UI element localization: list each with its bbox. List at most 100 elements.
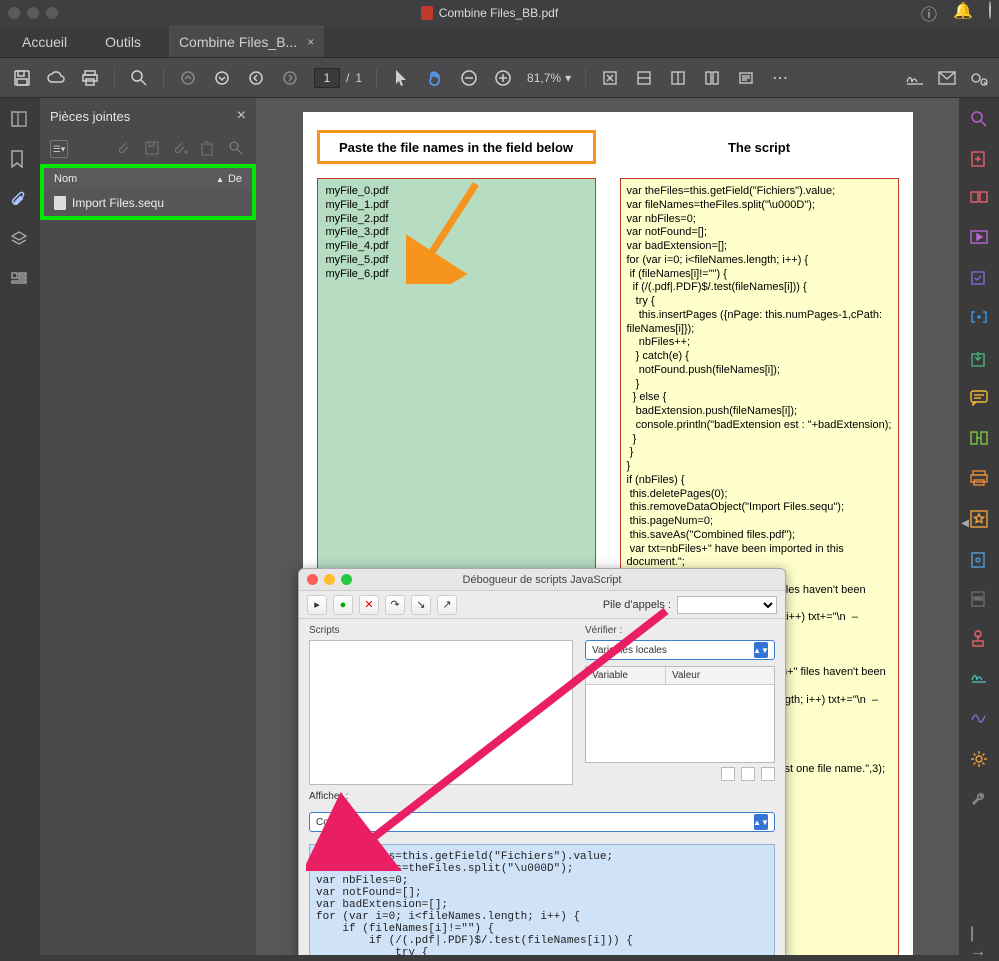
page-down-icon[interactable]	[212, 68, 232, 88]
search-pane-icon[interactable]	[970, 110, 988, 128]
page-number-input[interactable]	[314, 68, 340, 88]
collapse-chevron-icon[interactable]: ◀	[961, 518, 969, 529]
attachment-name: Import Files.sequ	[72, 196, 164, 210]
variables-table[interactable]: Variable Valeur	[585, 666, 775, 763]
view-mode-icon[interactable]	[702, 68, 722, 88]
print-prod-icon[interactable]	[970, 470, 988, 488]
console-code[interactable]: var theFiles=this.getField("Fichiers").v…	[309, 844, 775, 955]
tab-home[interactable]: Accueil	[12, 27, 77, 57]
tab-tools[interactable]: Outils	[95, 27, 151, 57]
panel-menu-icon[interactable]: ☰▾	[50, 140, 68, 158]
sign-tool-icon[interactable]	[970, 670, 988, 688]
attachments-header[interactable]: Nom ▲ De	[44, 168, 252, 190]
copy-var-icon[interactable]	[741, 767, 755, 781]
document-area[interactable]: Paste the file names in the field below …	[256, 98, 959, 955]
read-mode-icon[interactable]	[736, 68, 756, 88]
step-out-icon[interactable]: ↗	[437, 595, 457, 615]
close-tab-icon[interactable]: ×	[307, 35, 314, 49]
organize-icon[interactable]	[970, 430, 988, 448]
debugger-toolbar: ▸ ● ✕ ↷ ↘ ↗ Pile d'appels :	[299, 591, 785, 619]
run-icon[interactable]: ●	[333, 595, 353, 615]
view-select[interactable]: Console ▲▼	[309, 812, 775, 832]
stop-icon[interactable]: ✕	[359, 595, 379, 615]
file-icon	[54, 196, 66, 210]
hand-tool-icon[interactable]	[425, 68, 445, 88]
debugger-minimize-icon[interactable]	[324, 574, 335, 585]
star-icon[interactable]	[970, 510, 988, 528]
mail-icon[interactable]	[937, 68, 957, 88]
zoom-in-icon[interactable]	[493, 68, 513, 88]
close-window-icon[interactable]	[8, 7, 20, 19]
more-icon[interactable]: ⋯	[770, 68, 790, 88]
window-controls	[8, 7, 58, 19]
nav-forward-icon[interactable]	[280, 68, 300, 88]
settings-icon[interactable]	[970, 750, 988, 768]
zoom-level[interactable]: 81,7% ▾	[527, 71, 571, 85]
stamp-icon[interactable]	[970, 630, 988, 648]
zoom-search-icon[interactable]	[129, 68, 149, 88]
search-attachment-icon[interactable]	[228, 140, 246, 158]
sign-icon[interactable]	[905, 68, 925, 88]
attachment-row[interactable]: Import Files.sequ	[44, 190, 252, 216]
cloud-icon[interactable]	[46, 68, 66, 88]
wrench-icon[interactable]	[970, 790, 988, 808]
tab-file[interactable]: Combine Files_B... ×	[169, 26, 324, 57]
nav-back-icon[interactable]	[246, 68, 266, 88]
attachments-icon[interactable]	[10, 190, 30, 210]
resume-icon[interactable]: ▸	[307, 595, 327, 615]
export-icon[interactable]	[970, 350, 988, 368]
protect-icon[interactable]	[970, 550, 988, 568]
articles-icon[interactable]	[10, 270, 30, 290]
page-up-icon[interactable]	[178, 68, 198, 88]
edit-icon[interactable]	[970, 710, 988, 728]
page-total: 1	[355, 71, 362, 85]
vars-scope-select[interactable]: Variables locales ▲▼	[585, 640, 775, 660]
thumbnails-icon[interactable]	[10, 110, 30, 130]
save-icon[interactable]	[12, 68, 32, 88]
print-icon[interactable]	[80, 68, 100, 88]
maximize-window-icon[interactable]	[46, 7, 58, 19]
scripts-list[interactable]	[309, 640, 573, 785]
main-area: Pièces jointes × ☰▾ Nom ▲ De Import File…	[0, 98, 999, 955]
close-panel-icon[interactable]: ×	[237, 107, 246, 125]
debugger-titlebar[interactable]: Débogueur de scripts JavaScript	[299, 569, 785, 591]
stack-select[interactable]	[677, 596, 777, 614]
bell-icon[interactable]: 🔔	[953, 1, 973, 25]
debugger-zoom-icon[interactable]	[341, 574, 352, 585]
comment-icon[interactable]	[970, 390, 988, 408]
js-debugger-window[interactable]: Débogueur de scripts JavaScript ▸ ● ✕ ↷ …	[298, 568, 786, 955]
col-name: Nom	[54, 173, 77, 185]
bookmarks-icon[interactable]	[10, 150, 30, 170]
share-icon[interactable]	[969, 68, 989, 88]
add-attachment-icon[interactable]	[172, 140, 190, 158]
video-icon[interactable]	[970, 230, 988, 248]
debugger-close-icon[interactable]	[307, 574, 318, 585]
step-into-icon[interactable]: ↘	[411, 595, 431, 615]
form-icon[interactable]	[970, 270, 988, 288]
create-pdf-icon[interactable]	[970, 150, 988, 168]
inspect-label: Vérifier :	[585, 625, 775, 636]
save-attachment-icon[interactable]	[144, 140, 162, 158]
layers-icon[interactable]	[10, 230, 30, 250]
redact-icon[interactable]	[970, 590, 988, 608]
pointer-tool-icon[interactable]	[391, 68, 411, 88]
brackets-icon[interactable]	[970, 310, 988, 328]
open-attachment-icon[interactable]	[116, 140, 134, 158]
chevron-updown-icon: ▲▼	[754, 814, 768, 830]
fit-1-icon[interactable]	[600, 68, 620, 88]
zoom-out-icon[interactable]	[459, 68, 479, 88]
delete-var-icon[interactable]	[761, 767, 775, 781]
expand-rail-icon[interactable]: |→	[970, 925, 988, 943]
fit-2-icon[interactable]	[634, 68, 654, 88]
vars-scope-value: Variables locales	[592, 645, 667, 656]
fit-3-icon[interactable]	[668, 68, 688, 88]
help-icon[interactable]: ⓘ	[921, 1, 937, 25]
edit-var-icon[interactable]	[721, 767, 735, 781]
minimize-window-icon[interactable]	[27, 7, 39, 19]
combine-icon[interactable]	[970, 190, 988, 208]
account-icon[interactable]	[989, 1, 991, 19]
delete-attachment-icon[interactable]	[200, 140, 218, 158]
sort-up-icon: ▲	[216, 175, 224, 184]
step-over-icon[interactable]: ↷	[385, 595, 405, 615]
main-toolbar: / 1 81,7% ▾ ⋯	[0, 58, 999, 98]
